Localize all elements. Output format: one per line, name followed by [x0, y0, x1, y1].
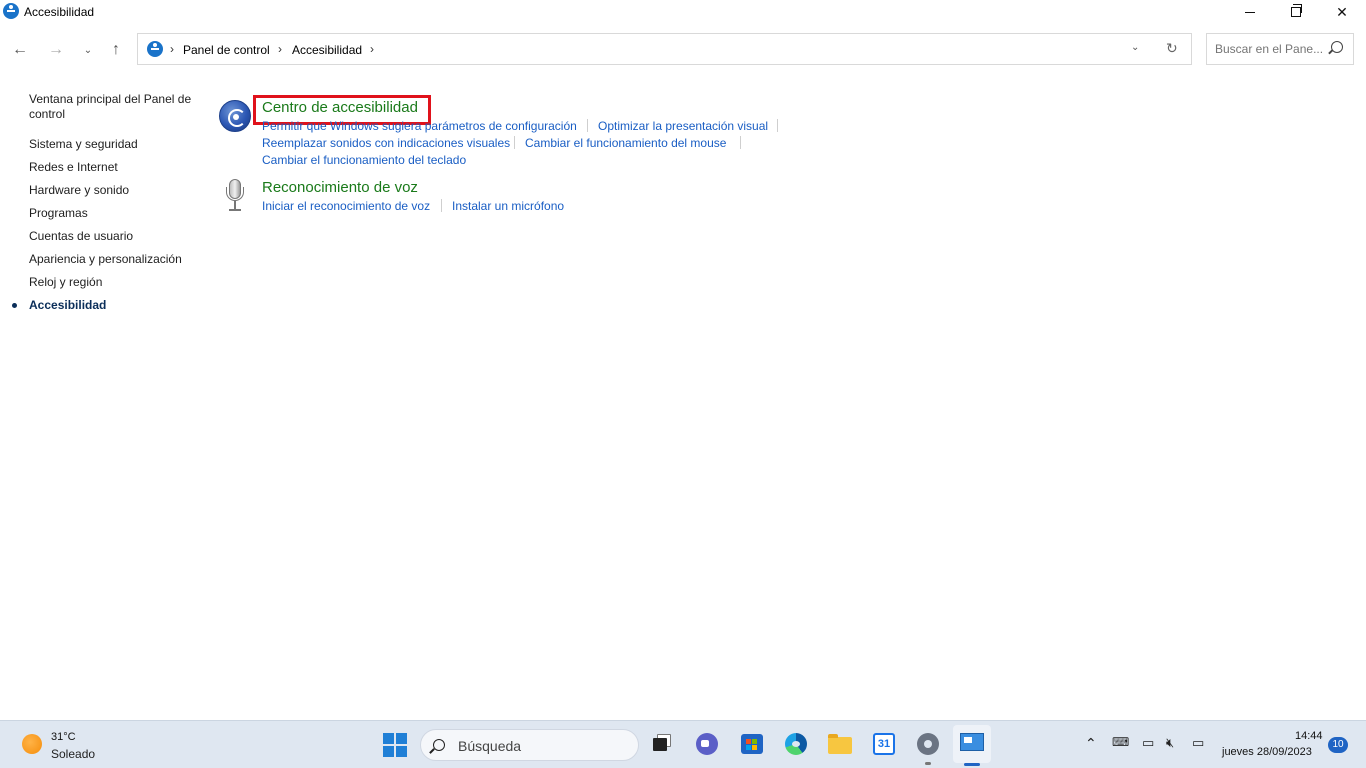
file-explorer-icon[interactable] [827, 731, 853, 757]
task-change-keyboard[interactable]: Cambiar el funcionamiento del teclado [262, 153, 466, 167]
clock-date[interactable]: jueves 28/09/2023 [1222, 746, 1312, 758]
nav-item-hardware-sound[interactable]: Hardware y sonido [29, 183, 129, 198]
link-separator [514, 136, 515, 149]
network-icon[interactable]: ▭ [1142, 735, 1154, 751]
task-optimize-visual-display[interactable]: Optimizar la presentación visual [598, 119, 768, 133]
close-icon: ✕ [1336, 3, 1348, 20]
taskbar: 31°C Soleado Búsqueda 31 ⌃ ⌨ ▭ 🔇︎ ▭ 14:4… [0, 720, 1366, 768]
window-title: Accesibilidad [24, 5, 95, 19]
nav-item-system-security[interactable]: Sistema y seguridad [29, 137, 138, 152]
breadcrumb-separator[interactable]: › [370, 42, 374, 56]
address-dropdown-icon[interactable]: ⌄ [1131, 42, 1139, 53]
title-bar: Accesibilidad ✕ [0, 0, 1366, 24]
volume-muted-icon[interactable]: 🔇︎ [1166, 735, 1174, 751]
running-indicator [925, 762, 931, 765]
minimize-button[interactable] [1227, 0, 1273, 24]
nav-item-clock-region[interactable]: Reloj y región [29, 275, 102, 290]
refresh-icon[interactable]: ↻ [1166, 40, 1178, 57]
forward-button[interactable]: → [44, 38, 68, 62]
arrow-left-icon: ← [12, 41, 28, 58]
search-icon[interactable] [1331, 41, 1343, 53]
task-windows-suggest-settings[interactable]: Permitir que Windows sugiera parámetros … [262, 119, 577, 133]
up-button[interactable]: ↑ [104, 38, 128, 62]
arrow-up-icon: ↑ [112, 41, 120, 58]
chat-icon[interactable] [694, 731, 720, 757]
settings-gear-icon[interactable] [915, 731, 941, 757]
weather-temperature: 31°C [51, 731, 76, 743]
link-separator [740, 136, 741, 149]
chevron-down-icon: ⌄ [83, 44, 93, 56]
breadcrumb-accesibilidad[interactable]: Accesibilidad [292, 43, 362, 57]
keyboard-icon[interactable]: ⌨ [1112, 735, 1129, 749]
start-button[interactable] [383, 733, 407, 757]
link-separator [441, 199, 442, 212]
restore-button[interactable] [1273, 0, 1319, 24]
breadcrumb-panel-de-control[interactable]: Panel de control [183, 43, 270, 57]
arrow-right-icon: → [48, 41, 64, 58]
task-set-up-microphone[interactable]: Instalar un micrófono [452, 199, 564, 213]
active-app-indicator [964, 763, 980, 766]
nav-item-appearance[interactable]: Apariencia y personalización [29, 252, 182, 267]
search-box[interactable] [1206, 33, 1354, 65]
show-hidden-icons-chevron-icon[interactable]: ⌃ [1085, 735, 1097, 752]
current-item-bullet [12, 303, 17, 308]
minimize-icon [1245, 11, 1255, 13]
task-start-speech-recognition[interactable]: Iniciar el reconocimiento de voz [262, 199, 430, 213]
recent-locations-button[interactable]: ⌄ [76, 38, 100, 62]
accessibility-icon [3, 3, 19, 19]
breadcrumb-separator[interactable]: › [278, 42, 282, 56]
control-panel-taskbar-icon[interactable] [953, 725, 991, 763]
back-button[interactable]: ← [8, 38, 32, 62]
clock-time[interactable]: 14:44 [1295, 730, 1323, 742]
link-separator [587, 119, 588, 132]
calendar-icon[interactable]: 31 [871, 731, 897, 757]
nav-item-control-panel-home[interactable]: Ventana principal del Panel de control [29, 92, 199, 122]
taskbar-search[interactable]: Búsqueda [420, 729, 639, 761]
link-separator [777, 119, 778, 132]
microsoft-store-icon[interactable] [739, 731, 765, 757]
taskbar-search-label: Búsqueda [458, 738, 522, 754]
edge-browser-icon[interactable] [783, 731, 809, 757]
task-view-icon[interactable] [649, 731, 675, 757]
microphone-icon[interactable] [224, 179, 246, 213]
nav-item-accessibility-label: Accesibilidad [29, 298, 107, 312]
sun-icon [22, 734, 42, 754]
nav-item-network-internet[interactable]: Redes e Internet [29, 160, 118, 175]
category-speech-recognition[interactable]: Reconocimiento de voz [262, 179, 418, 196]
breadcrumb-separator[interactable]: › [170, 42, 174, 56]
nav-item-user-accounts[interactable]: Cuentas de usuario [29, 229, 133, 244]
weather-condition: Soleado [51, 747, 96, 761]
restore-icon [1291, 4, 1302, 17]
nav-item-programs[interactable]: Programas [29, 206, 88, 221]
address-bar[interactable]: › Panel de control › Accesibilidad › ⌄ ↻ [137, 33, 1192, 65]
task-change-mouse[interactable]: Cambiar el funcionamiento del mouse [525, 136, 726, 150]
battery-icon[interactable]: ▭ [1192, 735, 1204, 751]
close-button[interactable]: ✕ [1319, 0, 1365, 24]
search-input[interactable] [1215, 41, 1325, 57]
search-icon [433, 739, 445, 751]
notification-badge[interactable]: 10 [1328, 737, 1348, 753]
control-panel-icon [147, 41, 163, 57]
ease-of-access-icon[interactable] [219, 100, 251, 132]
task-replace-sounds-visual-cues[interactable]: Reemplazar sonidos con indicaciones visu… [262, 136, 510, 150]
nav-item-accessibility[interactable]: Accesibilidad [12, 298, 107, 313]
